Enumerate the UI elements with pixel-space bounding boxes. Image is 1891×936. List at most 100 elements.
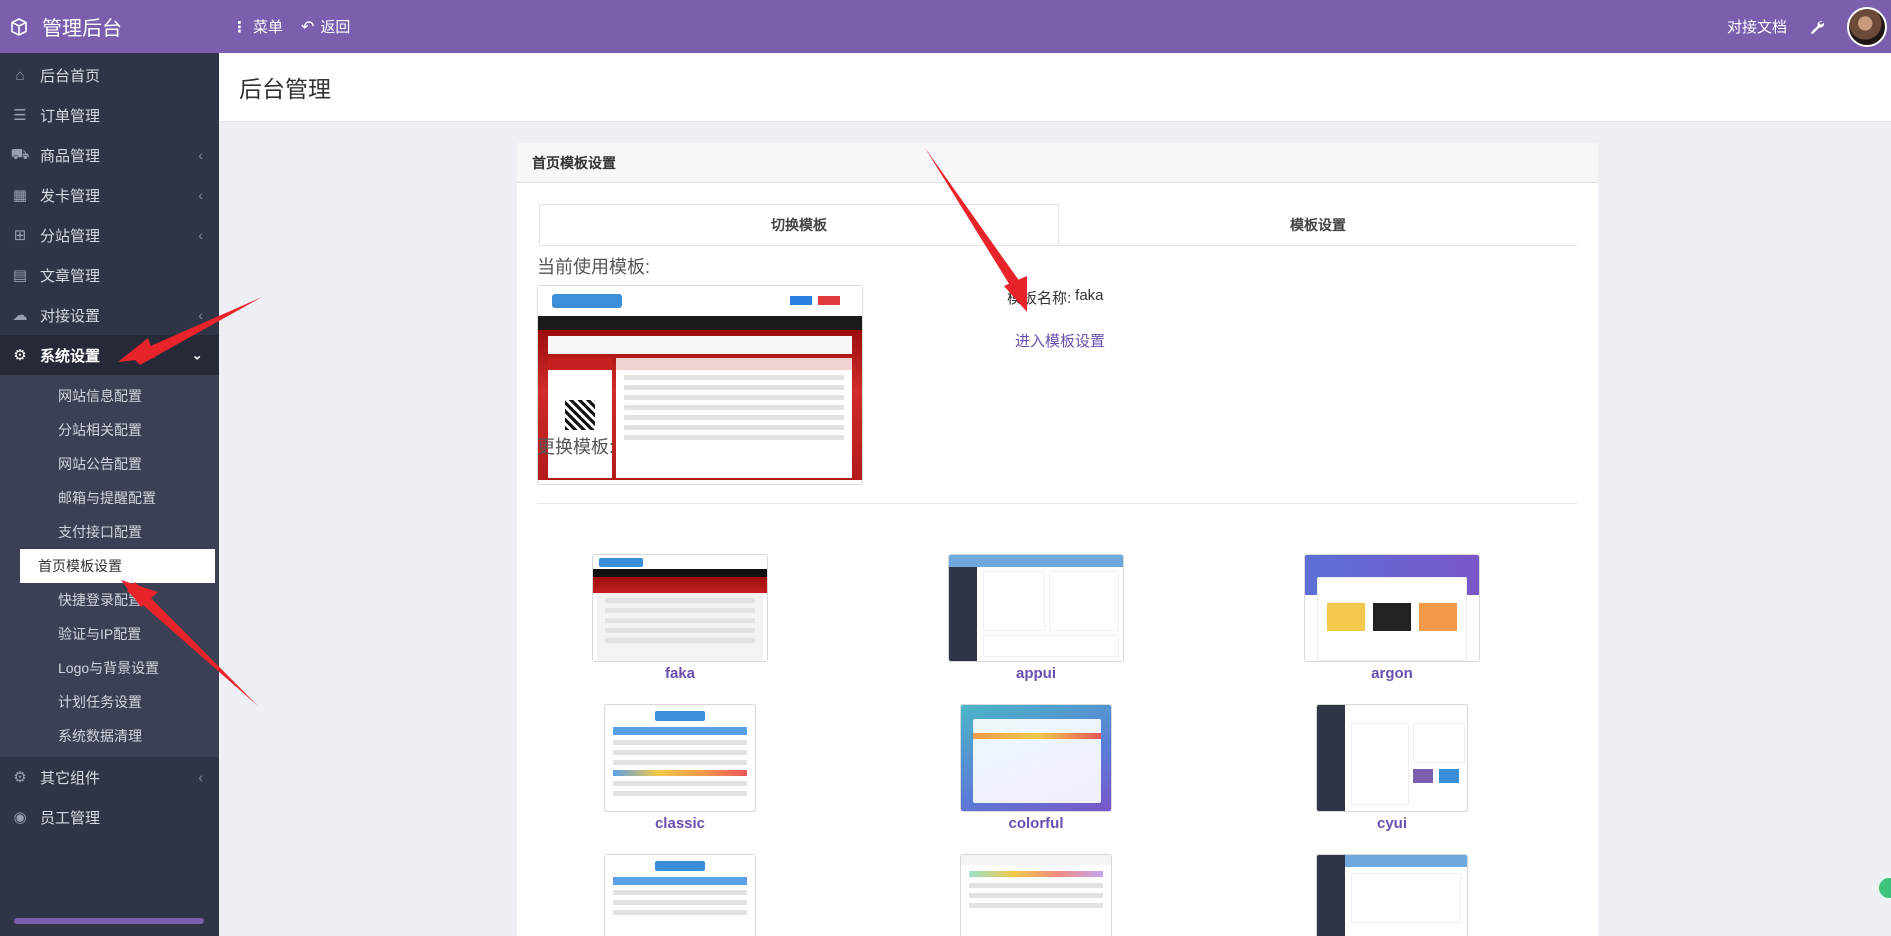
template-name: colorful (1008, 815, 1064, 832)
sidebar-item-label: 发卡管理 (40, 187, 101, 205)
book-icon: ▤ (12, 267, 28, 284)
template-thumbnail (948, 554, 1124, 662)
tab-template-settings[interactable]: 模板设置 (1059, 204, 1577, 245)
template-card-appui[interactable]: appui (948, 554, 1124, 682)
template-name-value: faka (1075, 287, 1104, 304)
template-name: cyui (1376, 815, 1407, 832)
home-icon: ⌂ (15, 66, 25, 84)
submenu-item-quick-login[interactable]: 快捷登录配置 (20, 583, 219, 617)
preview-qrcode (565, 400, 595, 430)
submenu-item-payment[interactable]: 支付接口配置 (20, 515, 219, 549)
sidebar-item-docking[interactable]: ☁ 对接设置 ‹ (0, 295, 219, 335)
sidebar-item-other-components[interactable]: ⚙ 其它组件 ‹ (0, 757, 219, 797)
sidebar-scrollbar[interactable] (14, 918, 204, 924)
template-thumbnail (592, 554, 768, 662)
template-settings-panel: 首页模板设置 切换模板 模板设置 当前使用模板: 模板名称: faka 进入模板… (517, 143, 1598, 936)
menu-toggle-button[interactable]: ⋮ 菜单 (232, 16, 283, 37)
template-name-row: 模板名称: faka (1007, 287, 1104, 308)
sidebar-item-label: 文章管理 (40, 267, 101, 285)
template-thumbnail (960, 854, 1112, 936)
submenu-item-logo-background[interactable]: Logo与背景设置 (20, 651, 219, 685)
sidebar-item-system-settings[interactable]: ⚙ 系统设置 ⌄ (0, 335, 219, 375)
cube-icon (11, 17, 27, 36)
sidebar-item-orders[interactable]: ☰ 订单管理 (0, 95, 219, 135)
chevron-left-icon: ‹ (198, 227, 203, 243)
panel-header: 首页模板设置 (517, 143, 1598, 183)
avatar[interactable] (1847, 6, 1887, 47)
template-name: argon (1371, 665, 1413, 682)
brand[interactable]: 管理后台 (0, 0, 219, 53)
cart-icon: ⛟ (10, 145, 30, 163)
preview-sidebar (548, 358, 612, 478)
template-card-row3-1[interactable] (592, 854, 768, 936)
preview-nav (538, 316, 862, 330)
template-card-cyui[interactable]: cyui (1304, 704, 1480, 832)
preview-notice-bar (548, 336, 852, 354)
preview-register-button (818, 296, 840, 305)
change-template-heading: 更换模板: (537, 437, 615, 457)
template-name-label: 模板名称: (1007, 290, 1072, 307)
sidebar-item-label: 商品管理 (40, 147, 101, 165)
sidebar-item-articles[interactable]: ▤ 文章管理 (0, 255, 219, 295)
template-name: appui (1016, 665, 1056, 682)
submenu-item-scheduled-tasks[interactable]: 计划任务设置 (20, 685, 219, 719)
submenu-item-substation[interactable]: 分站相关配置 (20, 413, 219, 447)
sidebar-item-staff[interactable]: ◉ 员工管理 (0, 797, 219, 837)
page-header: 后台管理 (219, 53, 1891, 122)
list-icon: ☰ (13, 107, 27, 124)
submenu-label: 分站相关配置 (58, 422, 142, 438)
user-icon: ◉ (13, 809, 27, 826)
template-thumbnail (604, 854, 756, 936)
template-card-classic[interactable]: classic (592, 704, 768, 832)
template-thumbnail (1316, 854, 1468, 936)
panel-title: 首页模板设置 (532, 154, 616, 171)
template-thumbnail (1316, 704, 1468, 812)
chevron-left-icon: ‹ (198, 147, 203, 163)
sitemap-icon: ⊞ (13, 227, 27, 244)
preview-logo (552, 294, 622, 308)
sidebar-item-label: 员工管理 (40, 809, 101, 827)
submenu-item-announcement[interactable]: 网站公告配置 (20, 447, 219, 481)
sidebar-item-label: 后台首页 (40, 67, 101, 85)
divider (537, 503, 1577, 504)
sidebar-item-home[interactable]: ⌂ 后台首页 (0, 55, 219, 95)
template-card-colorful[interactable]: colorful (948, 704, 1124, 832)
sidebar-item-label: 对接设置 (40, 307, 101, 325)
docs-link[interactable]: 对接文档 (1727, 16, 1787, 37)
submenu-label: 验证与IP配置 (58, 626, 142, 642)
sidebar-item-substations[interactable]: ⊞ 分站管理 ‹ (0, 215, 219, 255)
chevron-left-icon: ‹ (198, 187, 203, 203)
grid-icon: ▦ (12, 187, 28, 204)
tab-label: 模板设置 (1290, 216, 1346, 233)
template-card-row3-3[interactable] (1304, 854, 1480, 936)
submenu-item-homepage-template[interactable]: 首页模板设置 (20, 549, 215, 583)
page-title: 后台管理 (239, 76, 331, 102)
more-vertical-icon: ⋮ (232, 18, 247, 36)
tab-label: 切换模板 (771, 216, 827, 233)
sidebar-item-cards[interactable]: ▦ 发卡管理 ‹ (0, 175, 219, 215)
submenu-item-site-info[interactable]: 网站信息配置 (20, 379, 219, 413)
template-thumbnail (604, 704, 756, 812)
system-settings-submenu: 网站信息配置 分站相关配置 网站公告配置 邮箱与提醒配置 支付接口配置 首页模板… (0, 375, 219, 757)
link-icon: ☁ (12, 307, 28, 324)
chevron-down-icon: ⌄ (191, 346, 203, 363)
sidebar-item-products[interactable]: ⛟ 商品管理 ‹ (0, 135, 219, 175)
template-card-faka[interactable]: faka (592, 554, 768, 682)
submenu-label: 计划任务设置 (58, 694, 142, 710)
template-name: faka (664, 665, 696, 682)
submenu-item-verification-ip[interactable]: 验证与IP配置 (20, 617, 219, 651)
enter-template-settings-link[interactable]: 进入模板设置 (1015, 330, 1105, 351)
current-template-heading: 当前使用模板: (537, 257, 651, 277)
template-card-row3-2[interactable] (948, 854, 1124, 936)
template-card-argon[interactable]: argon (1304, 554, 1480, 682)
sidebar: ⌂ 后台首页 ☰ 订单管理 ⛟ 商品管理 ‹ ▦ 发卡管理 ‹ ⊞ 分站管理 ‹… (0, 53, 219, 936)
floating-chat-button[interactable] (1876, 875, 1891, 901)
template-name: classic (654, 815, 706, 832)
submenu-item-email[interactable]: 邮箱与提醒配置 (20, 481, 219, 515)
submenu-item-data-cleanup[interactable]: 系统数据清理 (20, 719, 219, 753)
menu-label: 菜单 (253, 19, 284, 36)
wrench-icon[interactable] (1809, 19, 1825, 35)
back-label: 返回 (320, 19, 351, 36)
back-button[interactable]: ↶ 返回 (301, 16, 350, 37)
tab-switch-template[interactable]: 切换模板 (539, 204, 1059, 245)
